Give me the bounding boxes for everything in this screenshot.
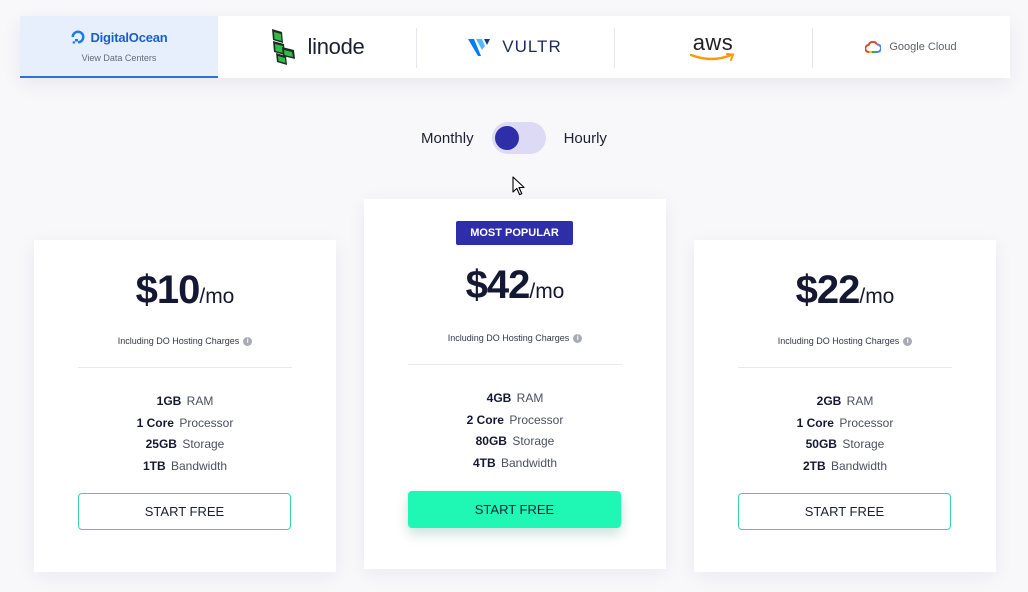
- hosting-note-text: Including DO Hosting Charges: [777, 336, 900, 346]
- spec-ram: 2GB RAM: [694, 391, 996, 413]
- spec-value: 25GB: [145, 437, 177, 451]
- linode-logo: linode: [270, 29, 365, 65]
- tab-google-cloud-label: Google Cloud: [889, 41, 957, 53]
- plan-card-basic: $10/mo Including DO Hosting Charges i 1G…: [34, 240, 336, 572]
- spec-label: RAM: [516, 391, 544, 405]
- price-period: /mo: [199, 285, 235, 308]
- vultr-logo: VULTR: [468, 37, 561, 57]
- spec-label: Processor: [509, 412, 564, 427]
- spec-label: RAM: [846, 394, 874, 408]
- spec-storage: 80GB Storage: [364, 431, 666, 453]
- spec-value: 2TB: [802, 458, 826, 473]
- plan-price: $22/mo: [694, 268, 996, 313]
- hosting-note: Including DO Hosting Charges i: [364, 333, 666, 343]
- spec-processor: 2 Core Processor: [364, 410, 666, 432]
- price-amount: $10: [135, 268, 201, 312]
- provider-tabs: DigitalOcean View Data Centers linode VU…: [20, 16, 1010, 78]
- plan-card-popular: MOST POPULAR $42/mo Including DO Hosting…: [364, 199, 666, 569]
- spec-processor: 1 Core Processor: [34, 413, 336, 435]
- tab-google-cloud[interactable]: Google Cloud: [812, 16, 1010, 78]
- price-period: /mo: [529, 280, 565, 303]
- hourly-label[interactable]: Hourly: [564, 130, 607, 147]
- price-amount: $42: [465, 263, 531, 307]
- spec-value: 80GB: [475, 434, 507, 448]
- spec-label: Processor: [839, 415, 894, 430]
- spec-label: Storage: [512, 434, 555, 448]
- spec-value: 1GB: [156, 394, 182, 408]
- divider: [408, 364, 622, 365]
- spec-value: 2 Core: [466, 412, 504, 427]
- spec-label: Bandwidth: [170, 458, 228, 473]
- digitalocean-logo: DigitalOcean: [70, 29, 168, 45]
- spec-ram: 1GB RAM: [34, 391, 336, 413]
- hosting-note-text: Including DO Hosting Charges: [447, 333, 570, 343]
- spec-storage: 50GB Storage: [694, 434, 996, 456]
- spec-label: Storage: [182, 437, 225, 451]
- google-cloud-logo-icon: [865, 41, 882, 53]
- switch-knob: [494, 126, 519, 150]
- spec-value: 50GB: [805, 437, 837, 451]
- spec-label: Bandwidth: [830, 458, 888, 473]
- spec-label: Bandwidth: [500, 455, 558, 470]
- price-amount: $22: [795, 268, 861, 312]
- aws-logo: aws: [690, 29, 736, 62]
- price-period: /mo: [859, 285, 895, 308]
- spec-label: Storage: [842, 437, 885, 451]
- billing-toggle: Monthly Hourly: [0, 122, 1028, 154]
- plan-specs: 4GB RAM 2 Core Processor 80GB Storage 4T…: [364, 388, 666, 474]
- spec-value: 1 Core: [796, 415, 834, 430]
- tab-linode[interactable]: linode: [218, 16, 416, 78]
- start-free-button[interactable]: START FREE: [408, 491, 621, 528]
- info-icon[interactable]: i: [903, 336, 913, 346]
- info-icon[interactable]: i: [573, 333, 583, 343]
- plan-price: $10/mo: [34, 268, 336, 313]
- billing-switch[interactable]: [491, 122, 546, 154]
- divider: [78, 367, 292, 368]
- spec-value: 1 Core: [136, 415, 174, 430]
- tab-vultr[interactable]: VULTR: [416, 16, 614, 78]
- tab-aws-label: aws: [692, 29, 734, 55]
- spec-bandwidth: 1TB Bandwidth: [34, 456, 336, 478]
- tab-digitalocean[interactable]: DigitalOcean View Data Centers: [20, 16, 218, 78]
- spec-value: 1TB: [142, 458, 166, 473]
- start-free-button[interactable]: START FREE: [738, 493, 951, 530]
- tab-digitalocean-label: DigitalOcean: [90, 29, 168, 45]
- hosting-note: Including DO Hosting Charges i: [694, 336, 996, 346]
- spec-processor: 1 Core Processor: [694, 413, 996, 435]
- vultr-logo-icon: [468, 39, 491, 56]
- plan-specs: 1GB RAM 1 Core Processor 25GB Storage 1T…: [34, 391, 336, 477]
- monthly-label[interactable]: Monthly: [421, 130, 474, 147]
- plan-price: $42/mo: [364, 263, 666, 308]
- spec-value: 2GB: [816, 394, 842, 408]
- tab-aws[interactable]: aws: [614, 16, 812, 78]
- spec-value: 4GB: [486, 391, 512, 405]
- linode-logo-icon: [271, 29, 295, 65]
- hosting-note-text: Including DO Hosting Charges: [117, 336, 240, 346]
- spec-label: RAM: [186, 394, 214, 408]
- digitalocean-logo-icon: [71, 30, 85, 44]
- hosting-note: Including DO Hosting Charges i: [34, 336, 336, 346]
- view-data-centers-link[interactable]: View Data Centers: [82, 53, 157, 63]
- aws-logo-icon: [690, 52, 735, 61]
- tab-vultr-label: VULTR: [502, 37, 562, 56]
- spec-ram: 4GB RAM: [364, 388, 666, 410]
- spec-bandwidth: 2TB Bandwidth: [694, 456, 996, 478]
- tab-linode-label: linode: [307, 34, 365, 59]
- google-cloud-logo: Google Cloud: [865, 41, 957, 53]
- mouse-pointer-icon: [512, 176, 525, 196]
- divider: [738, 367, 952, 368]
- most-popular-badge: MOST POPULAR: [456, 221, 573, 245]
- spec-label: Processor: [179, 415, 234, 430]
- plan-specs: 2GB RAM 1 Core Processor 50GB Storage 2T…: [694, 391, 996, 477]
- start-free-button[interactable]: START FREE: [78, 493, 291, 530]
- info-icon[interactable]: i: [243, 336, 253, 346]
- spec-storage: 25GB Storage: [34, 434, 336, 456]
- spec-bandwidth: 4TB Bandwidth: [364, 453, 666, 475]
- spec-value: 4TB: [472, 455, 496, 470]
- plan-card-standard: $22/mo Including DO Hosting Charges i 2G…: [694, 240, 996, 572]
